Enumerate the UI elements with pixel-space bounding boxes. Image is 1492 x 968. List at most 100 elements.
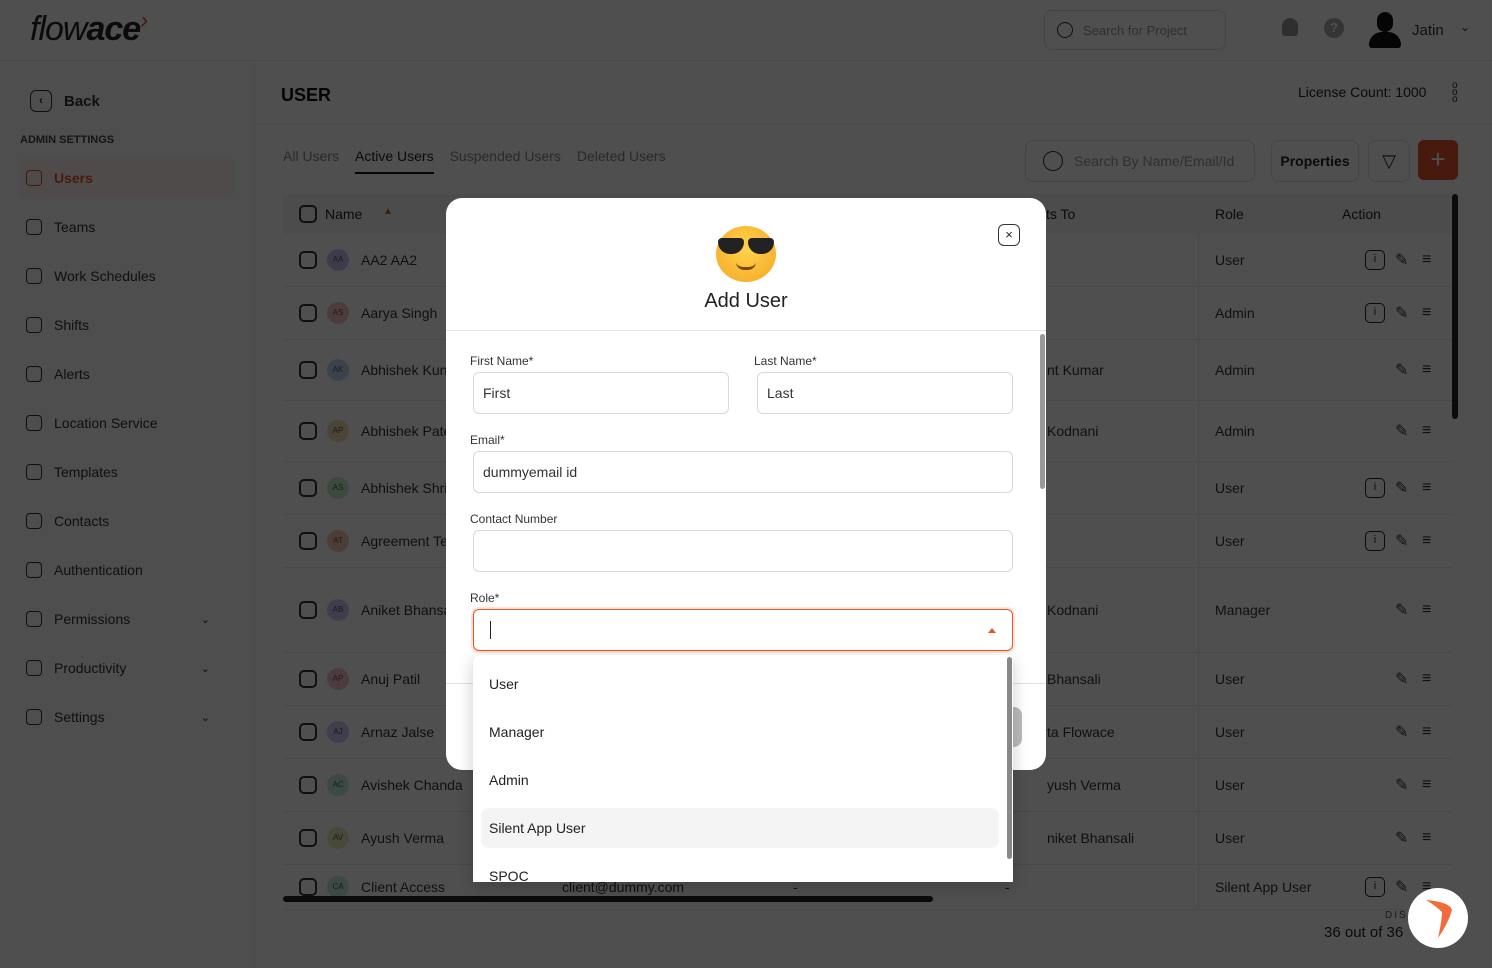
- role-select[interactable]: [473, 609, 1013, 651]
- info-icon[interactable]: i: [1365, 250, 1385, 270]
- sidebar-item-productivity[interactable]: Productivity ⌄: [20, 648, 234, 688]
- sidebar-item-teams[interactable]: Teams: [20, 207, 234, 247]
- tab-deleted-users[interactable]: Deleted Users: [577, 148, 666, 174]
- user-name[interactable]: Client Access: [361, 879, 445, 895]
- user-name[interactable]: Abhishek Shri: [361, 480, 447, 496]
- row-checkbox[interactable]: [299, 601, 317, 619]
- sidebar-item-settings[interactable]: Settings ⌄: [20, 697, 234, 737]
- last-name-input[interactable]: Last: [757, 372, 1013, 414]
- row-checkbox[interactable]: [299, 422, 317, 440]
- flowace-logo[interactable]: flowace›: [30, 7, 148, 49]
- user-name[interactable]: Anuj Patil: [361, 671, 420, 687]
- user-name[interactable]: Ayush Verma: [361, 830, 444, 846]
- edit-icon[interactable]: ✎: [1395, 775, 1408, 795]
- column-name[interactable]: Name: [325, 206, 362, 222]
- info-icon[interactable]: i: [1365, 303, 1385, 323]
- sidebar-item-contacts[interactable]: Contacts: [20, 501, 234, 541]
- info-icon[interactable]: i: [1365, 877, 1385, 897]
- properties-button[interactable]: Properties: [1271, 140, 1359, 182]
- sidebar-item-work-schedules[interactable]: Work Schedules: [20, 256, 234, 296]
- menu-icon[interactable]: ≡: [1422, 361, 1431, 379]
- tab-active-users[interactable]: Active Users: [355, 148, 434, 174]
- user-search-input[interactable]: Search By Name/Email/Id: [1025, 140, 1255, 182]
- more-options-icon[interactable]: ooo: [1452, 81, 1458, 105]
- row-checkbox[interactable]: [299, 251, 317, 269]
- sidebar-item-shifts[interactable]: Shifts: [20, 305, 234, 345]
- user-name[interactable]: Abhishek Kun: [361, 362, 447, 378]
- sort-icon[interactable]: ▲: [383, 206, 393, 217]
- row-checkbox[interactable]: [299, 776, 317, 794]
- back-button[interactable]: ‹ Back: [30, 90, 100, 112]
- edit-icon[interactable]: ✎: [1395, 877, 1408, 897]
- user-name[interactable]: AA2 AA2: [361, 252, 417, 268]
- row-checkbox[interactable]: [299, 670, 317, 688]
- help-icon[interactable]: ?: [1324, 18, 1344, 38]
- role-option-manager[interactable]: Manager: [481, 712, 999, 752]
- sidebar-item-templates[interactable]: Templates: [20, 452, 234, 492]
- edit-icon[interactable]: ✎: [1395, 303, 1408, 323]
- edit-icon[interactable]: ✎: [1395, 722, 1408, 742]
- close-icon[interactable]: ×: [998, 224, 1020, 246]
- info-icon[interactable]: i: [1365, 478, 1385, 498]
- tab-all-users[interactable]: All Users: [283, 148, 339, 174]
- menu-icon[interactable]: ≡: [1422, 670, 1431, 688]
- role-option-user[interactable]: User: [481, 664, 999, 704]
- menu-icon[interactable]: ≡: [1422, 601, 1431, 619]
- menu-icon[interactable]: ≡: [1422, 829, 1431, 847]
- tab-suspended-users[interactable]: Suspended Users: [450, 148, 561, 174]
- dropdown-scrollbar[interactable]: [1007, 657, 1012, 859]
- menu-icon[interactable]: ≡: [1422, 251, 1431, 269]
- menu-icon[interactable]: ≡: [1422, 532, 1431, 550]
- edit-icon[interactable]: ✎: [1395, 531, 1408, 551]
- user-name[interactable]: Agreement Te: [361, 533, 448, 549]
- role-option-admin[interactable]: Admin: [481, 760, 999, 800]
- row-checkbox[interactable]: [299, 829, 317, 847]
- user-name[interactable]: Aniket Bhansa: [361, 602, 451, 618]
- contact-input[interactable]: [473, 530, 1013, 572]
- select-all-checkbox[interactable]: [299, 205, 317, 223]
- add-user-button[interactable]: +: [1418, 140, 1458, 180]
- sidebar-item-authentication[interactable]: Authentication: [20, 550, 234, 590]
- edit-icon[interactable]: ✎: [1395, 828, 1408, 848]
- user-name[interactable]: Aarya Singh: [361, 305, 437, 321]
- project-search-input[interactable]: Search for Project: [1044, 10, 1226, 50]
- edit-icon[interactable]: ✎: [1395, 478, 1408, 498]
- role-option-silent-app-user[interactable]: Silent App User: [481, 808, 999, 848]
- sidebar-item-users[interactable]: Users: [20, 158, 234, 198]
- horizontal-scrollbar[interactable]: [283, 896, 933, 902]
- menu-icon[interactable]: ≡: [1422, 776, 1431, 794]
- edit-icon[interactable]: ✎: [1395, 250, 1408, 270]
- email-input[interactable]: dummyemail id: [473, 451, 1013, 493]
- modal-scrollbar[interactable]: [1040, 334, 1045, 489]
- edit-icon[interactable]: ✎: [1395, 600, 1408, 620]
- caret-up-icon[interactable]: [988, 628, 996, 633]
- sidebar-item-location-service[interactable]: Location Service: [20, 403, 234, 443]
- row-checkbox[interactable]: [299, 479, 317, 497]
- menu-icon[interactable]: ≡: [1422, 723, 1431, 741]
- user-name[interactable]: Jatin: [1412, 22, 1444, 39]
- edit-icon[interactable]: ✎: [1395, 421, 1408, 441]
- filter-icon[interactable]: ▽: [1368, 140, 1410, 182]
- row-checkbox[interactable]: [299, 304, 317, 322]
- row-checkbox[interactable]: [299, 878, 317, 896]
- row-checkbox[interactable]: [299, 723, 317, 741]
- role-option-spoc[interactable]: SPOC: [481, 856, 999, 882]
- vertical-scrollbar[interactable]: [1452, 194, 1458, 419]
- flowace-chat-button[interactable]: [1408, 888, 1468, 948]
- user-name[interactable]: Avishek Chanda: [361, 777, 463, 793]
- chevron-down-icon[interactable]: ⌄: [1460, 20, 1470, 34]
- row-checkbox[interactable]: [299, 361, 317, 379]
- user-name[interactable]: Abhishek Pate: [361, 423, 451, 439]
- sidebar-item-alerts[interactable]: Alerts: [20, 354, 234, 394]
- edit-icon[interactable]: ✎: [1395, 669, 1408, 689]
- first-name-input[interactable]: First: [473, 372, 729, 414]
- user-avatar[interactable]: [1368, 12, 1402, 48]
- user-name[interactable]: Arnaz Jalse: [361, 724, 434, 740]
- menu-icon[interactable]: ≡: [1422, 304, 1431, 322]
- bell-icon[interactable]: [1282, 18, 1298, 36]
- sidebar-item-permissions[interactable]: Permissions ⌄: [20, 599, 234, 639]
- menu-icon[interactable]: ≡: [1422, 479, 1431, 497]
- menu-icon[interactable]: ≡: [1422, 422, 1431, 440]
- info-icon[interactable]: i: [1365, 531, 1385, 551]
- edit-icon[interactable]: ✎: [1395, 360, 1408, 380]
